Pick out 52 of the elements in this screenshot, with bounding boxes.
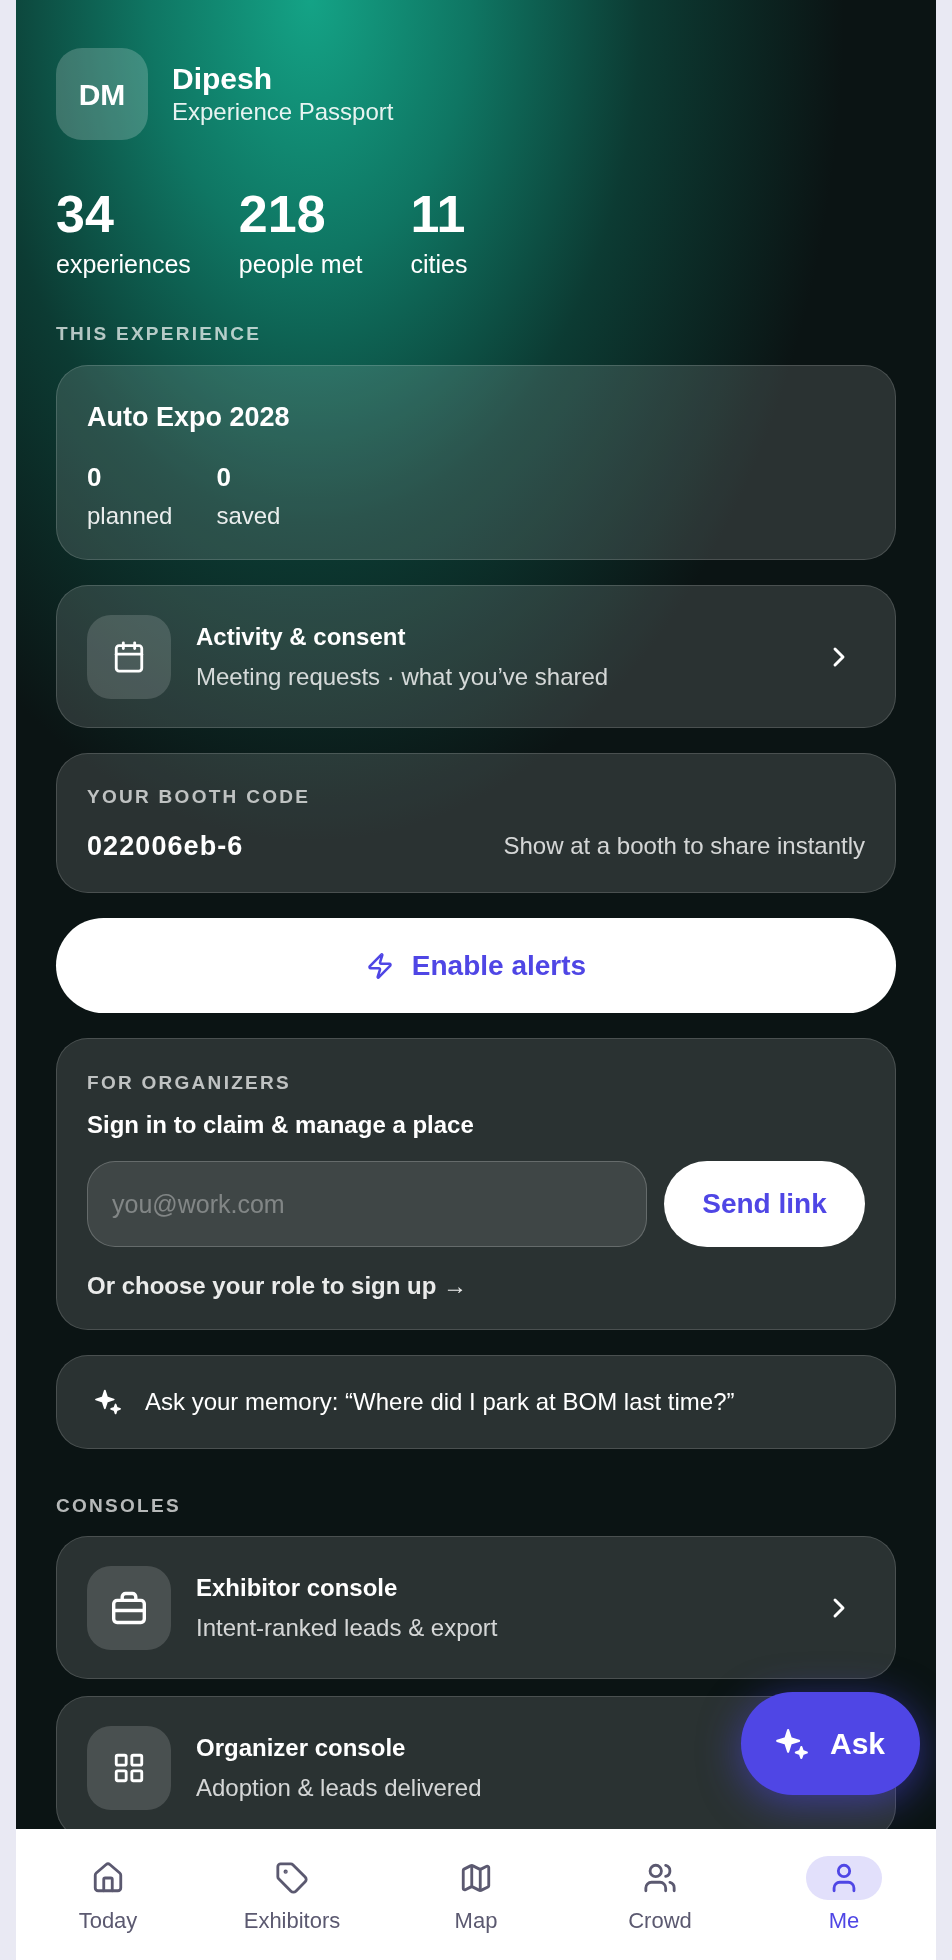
section-heading: THIS EXPERIENCE	[56, 322, 263, 346]
profile-name: Dipesh	[172, 61, 273, 97]
stat-value: 11	[410, 185, 466, 243]
stat-label: experiences	[56, 249, 191, 279]
profile-subtitle: Experience Passport	[172, 97, 394, 127]
people-icon	[643, 1861, 677, 1895]
card-title: Activity & consent	[196, 621, 406, 652]
nav-tab[interactable]: Me	[752, 1829, 936, 1960]
organizers-title: Sign in to claim & manage a place	[87, 1110, 475, 1140]
signup-link[interactable]: Or choose your role to sign up →	[87, 1271, 468, 1301]
memory-prompt-card[interactable]: Ask your memory: “Where did I park at BOM last time?”	[56, 1355, 896, 1449]
enable-alerts-button[interactable]: Enable alerts	[56, 918, 896, 1013]
booth-hint: Show at a booth to share instantly	[503, 831, 865, 861]
grid-icon	[87, 1725, 171, 1810]
nav-tab[interactable]: Map	[384, 1829, 568, 1960]
sparkles-icon	[775, 1727, 808, 1760]
stat-label: planned	[87, 501, 173, 531]
card-subtitle: Intent-ranked leads & export	[196, 1612, 498, 1643]
card-subtitle: Meeting requests · what you’ve shared	[196, 661, 609, 692]
section-heading: FOR ORGANIZERS	[87, 1071, 292, 1095]
home-icon	[91, 1861, 125, 1895]
stat-label: people met	[238, 249, 363, 279]
person-icon	[806, 1856, 882, 1900]
sparkles-icon	[95, 1389, 121, 1415]
stat-value: 0	[87, 461, 102, 493]
briefcase-icon	[87, 1565, 171, 1650]
event-title: Auto Expo 2028	[87, 401, 291, 434]
nav-tab[interactable]: Crowd	[568, 1829, 752, 1960]
section-heading: CONSOLES	[56, 1494, 182, 1518]
stat-value: 218	[238, 185, 326, 243]
calendar-icon	[87, 614, 171, 699]
ask-floating-button[interactable]: Ask	[741, 1692, 920, 1795]
nav-tab[interactable]: Exhibitors	[200, 1829, 384, 1960]
stat-value: 34	[56, 185, 114, 243]
nav-tab[interactable]: Today	[16, 1829, 200, 1960]
stat-label: saved	[216, 501, 281, 531]
link-card[interactable]: Exhibitor console Intent-ranked leads & export	[56, 1536, 896, 1679]
link-card[interactable]: Activity & consent Meeting requests · what you’ve shared	[56, 585, 896, 728]
memory-prompt-text: Ask your memory: “Where did I park at BOM last time?”	[145, 1387, 735, 1417]
link-card[interactable]: Organizer console Adoption & leads delivered	[56, 1696, 741, 1829]
tag-icon	[275, 1861, 309, 1895]
stat-value: 0	[216, 461, 231, 493]
booth-code: 022006eb-6	[87, 830, 244, 863]
card-title: Organizer console	[196, 1732, 406, 1763]
map-icon	[459, 1861, 493, 1895]
stat-label: cities	[410, 249, 468, 279]
avatar-initials: DM	[56, 48, 148, 140]
send-link-button[interactable]: Send link	[664, 1161, 865, 1247]
section-heading: YOUR BOOTH CODE	[87, 785, 312, 809]
card-subtitle: Adoption & leads delivered	[196, 1772, 482, 1803]
lightning-icon	[365, 951, 394, 980]
card-title: Exhibitor console	[196, 1572, 398, 1603]
